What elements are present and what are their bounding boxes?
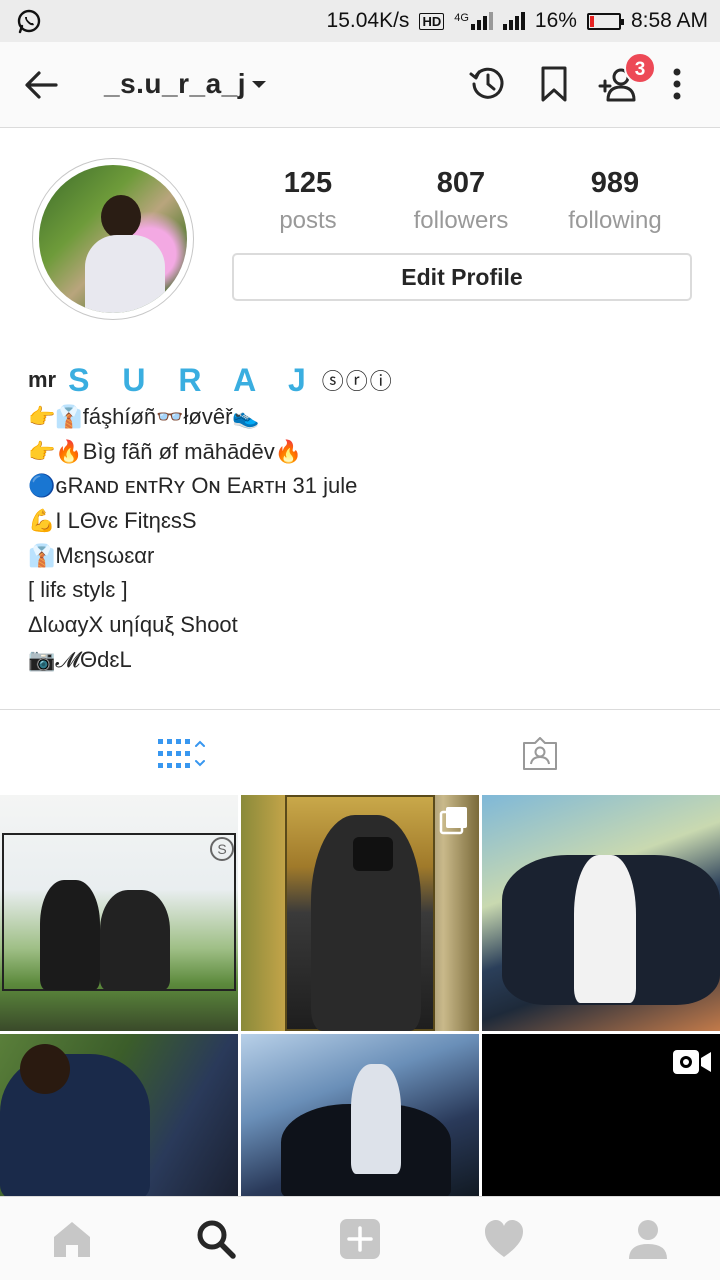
camera-prop <box>353 837 393 871</box>
photo-subject <box>351 1064 401 1174</box>
post-thumbnail[interactable] <box>482 1034 720 1200</box>
avatar-head <box>101 195 141 239</box>
profile-avatar[interactable] <box>32 158 194 320</box>
profile-username[interactable]: _s.u_r_a_j <box>104 68 246 100</box>
grid-view-icon[interactable] <box>158 737 208 771</box>
tagged-photos-icon[interactable] <box>522 737 558 771</box>
profile-screen: 15.04K/s HD 4G 16% 8:58 AM _s.u_r_a_j 3 … <box>0 0 720 1280</box>
battery-fill <box>589 15 595 27</box>
bookmark-icon[interactable] <box>534 64 574 104</box>
search-icon[interactable] <box>194 1217 238 1261</box>
watermark-icon: S <box>210 837 234 861</box>
following-stat[interactable]: 989 following <box>540 164 690 236</box>
bio-line: 👉🔥Bìg fãñ øf māhādēv🔥 <box>28 438 303 464</box>
followers-stat[interactable]: 807 followers <box>386 164 536 236</box>
edit-profile-button[interactable]: Edit Profile <box>232 253 692 301</box>
bio-line: [ lifɛ stylɛ ] <box>28 577 128 603</box>
photo-subject-head <box>20 1044 70 1094</box>
avatar-photo <box>39 165 187 313</box>
network-type: 4G <box>454 12 469 24</box>
status-bar: 15.04K/s HD 4G 16% 8:58 AM <box>0 0 720 42</box>
photo-subject <box>40 880 100 990</box>
back-arrow-icon[interactable] <box>22 66 60 104</box>
battery-percent: 16% <box>534 9 577 32</box>
photo-subject <box>574 855 636 1003</box>
archive-history-icon[interactable] <box>468 64 508 104</box>
photo-subject <box>100 890 170 990</box>
profile-icon[interactable] <box>626 1217 670 1261</box>
post-thumbnail[interactable] <box>0 1034 238 1200</box>
post-thumbnail[interactable] <box>482 795 720 1031</box>
more-options-icon[interactable] <box>667 64 687 104</box>
post-thumbnail[interactable] <box>241 1034 479 1200</box>
status-right: 15.04K/s HD 4G 16% 8:58 AM <box>327 0 708 42</box>
post-thumbnail[interactable]: S <box>0 795 238 1031</box>
posts-count: 125 <box>283 167 333 199</box>
hd-voice-icon: HD <box>419 12 445 30</box>
name-prefix: mr <box>28 367 57 392</box>
chevron-down-icon[interactable] <box>252 81 266 88</box>
following-label: following <box>568 207 662 234</box>
bio-line: ΔlωαyX uηíquξ Shoot <box>28 612 238 638</box>
video-camera-icon <box>673 1050 711 1074</box>
bottom-nav-bar <box>0 1196 720 1280</box>
network-speed: 15.04K/s <box>326 9 410 32</box>
add-post-icon[interactable] <box>338 1217 382 1261</box>
posts-stat[interactable]: 125 posts <box>233 164 383 236</box>
signal-icon-2 <box>502 12 525 30</box>
battery-icon <box>586 12 624 30</box>
profile-bio: mr S U R A J ⓢⓡⓘ 👉👔fáşhíøñ👓łøvêř👟 👉🔥Bìg … <box>28 360 698 678</box>
notification-count-badge: 3 <box>624 52 656 84</box>
name-marks: ⓢⓡⓘ <box>321 369 394 394</box>
followers-count: 807 <box>436 167 486 199</box>
bio-line: 🔵ɢRᴀɴᴅ ᴇɴᴛRʏ Oɴ Eᴀʀᴛʜ 31 jule <box>28 473 358 499</box>
clock: 8:58 AM <box>630 9 708 32</box>
signal-icon <box>470 12 493 30</box>
profile-tabs <box>0 709 720 795</box>
following-count: 989 <box>590 167 640 199</box>
post-thumbnail[interactable] <box>241 795 479 1031</box>
whatsapp-icon <box>17 9 41 34</box>
display-name: S U R A J <box>68 361 318 398</box>
posts-label: posts <box>279 207 337 234</box>
bio-line: 👉👔fáşhíøñ👓łøvêř👟 <box>28 404 260 429</box>
bio-line: 👔Mɛηsωɛαr <box>28 542 155 568</box>
multiple-photos-icon <box>439 807 467 835</box>
bio-line: 💪I LΘvɛ FitηɛsS <box>28 508 197 534</box>
followers-label: followers <box>413 207 509 234</box>
activity-heart-icon[interactable] <box>482 1217 526 1261</box>
top-nav-bar: _s.u_r_a_j 3 <box>0 42 720 128</box>
full-name: mr S U R A J ⓢⓡⓘ <box>28 360 698 400</box>
avatar-body <box>85 235 165 313</box>
bio-line: 📷𝓜ΘdɛL <box>28 646 132 672</box>
home-icon[interactable] <box>50 1217 94 1261</box>
